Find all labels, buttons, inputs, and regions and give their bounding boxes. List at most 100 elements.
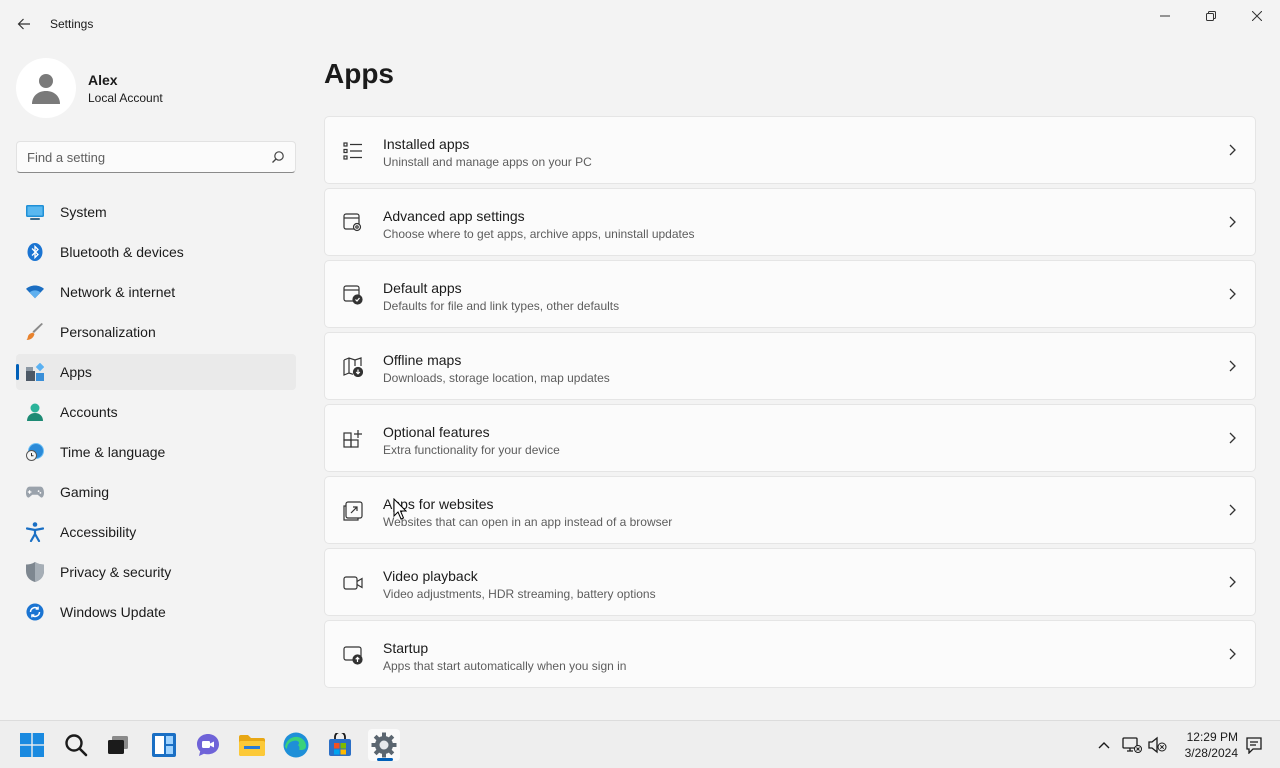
sidebar-item-label: Accessibility: [60, 524, 137, 540]
accounts-icon: [26, 403, 44, 421]
search-icon[interactable]: [271, 150, 285, 164]
sidebar-item-label: Accounts: [60, 404, 118, 420]
sidebar-item-gaming[interactable]: Gaming: [16, 474, 296, 510]
open-external-icon: [343, 501, 363, 521]
minimize-icon: [1160, 15, 1170, 17]
mouse-cursor-icon: [393, 498, 407, 520]
sidebar-item-label: Windows Update: [60, 604, 166, 620]
chevron-right-icon: [1229, 288, 1236, 300]
shield-icon: [26, 562, 44, 582]
card-title: Advanced app settings: [383, 208, 525, 224]
card-title: Startup: [383, 640, 429, 656]
card-apps-for-websites[interactable]: Apps for websites Websites that can open…: [324, 476, 1256, 544]
card-title: Offline maps: [383, 352, 462, 368]
brush-icon: [26, 323, 44, 341]
map-download-icon: [343, 357, 363, 377]
card-description: Uninstall and manage apps on your PC: [383, 155, 592, 169]
system-icon: [26, 203, 44, 221]
card-description: Extra functionality for your device: [383, 443, 560, 457]
card-installed-apps[interactable]: Installed apps Uninstall and manage apps…: [324, 116, 1256, 184]
wifi-icon: [26, 283, 44, 301]
update-icon: [26, 603, 44, 621]
sidebar-item-windows-update[interactable]: Windows Update: [16, 594, 296, 630]
card-advanced-app-settings[interactable]: Advanced app settings Choose where to ge…: [324, 188, 1256, 256]
chevron-right-icon: [1229, 432, 1236, 444]
sidebar-item-label: Bluetooth & devices: [60, 244, 184, 260]
close-icon: [1252, 11, 1262, 21]
task-view-icon[interactable]: [102, 729, 134, 761]
card-description: Choose where to get apps, archive apps, …: [383, 227, 695, 241]
close-button[interactable]: [1234, 0, 1280, 32]
sidebar-item-privacy[interactable]: Privacy & security: [16, 554, 296, 590]
sidebar-item-label: Network & internet: [60, 284, 176, 300]
card-title: Installed apps: [383, 136, 470, 152]
search-input[interactable]: [27, 148, 257, 166]
start-icon[interactable]: [16, 729, 48, 761]
sidebar-item-network[interactable]: Network & internet: [16, 274, 296, 310]
notification-icon[interactable]: [1244, 735, 1264, 755]
sidebar-item-time-language[interactable]: Time & language: [16, 434, 296, 470]
default-apps-icon: [343, 285, 363, 305]
settings-card-list: Installed apps Uninstall and manage apps…: [324, 116, 1256, 692]
settings-icon[interactable]: [368, 729, 400, 761]
bluetooth-icon: [26, 243, 44, 261]
active-app-indicator: [377, 758, 393, 761]
startup-icon: [343, 645, 363, 665]
network-status-icon[interactable]: [1122, 735, 1142, 755]
chat-icon[interactable]: [192, 729, 224, 761]
store-icon[interactable]: [324, 729, 356, 761]
edge-icon[interactable]: [280, 729, 312, 761]
volume-muted-icon[interactable]: [1148, 735, 1168, 755]
chevron-right-icon: [1229, 648, 1236, 660]
list-icon: [343, 141, 363, 161]
restore-icon: [1206, 11, 1216, 21]
minimize-button[interactable]: [1142, 0, 1188, 32]
app-settings-icon: [343, 213, 363, 233]
back-arrow-icon: [17, 18, 30, 30]
avatar: [16, 58, 76, 118]
card-title: Video playback: [383, 568, 478, 584]
card-default-apps[interactable]: Default apps Defaults for file and link …: [324, 260, 1256, 328]
sidebar-item-bluetooth[interactable]: Bluetooth & devices: [16, 234, 296, 270]
page-title: Apps: [324, 58, 394, 89]
user-name: Alex: [88, 72, 118, 88]
title-bar: Settings: [0, 0, 1280, 48]
chevron-right-icon: [1229, 576, 1236, 588]
gamepad-icon: [26, 483, 44, 501]
window-title: Settings: [50, 17, 94, 31]
sidebar-item-label: Time & language: [60, 444, 166, 460]
card-description: Video adjustments, HDR streaming, batter…: [383, 587, 656, 601]
grid-plus-icon: [343, 429, 363, 449]
sidebar-item-accessibility[interactable]: Accessibility: [16, 514, 296, 550]
card-description: Defaults for file and link types, other …: [383, 299, 620, 313]
sidebar-item-apps[interactable]: Apps: [16, 354, 296, 390]
video-icon: [343, 573, 363, 593]
card-offline-maps[interactable]: Offline maps Downloads, storage location…: [324, 332, 1256, 400]
sidebar-item-label: Apps: [60, 364, 92, 380]
card-startup[interactable]: Startup Apps that start automatically wh…: [324, 620, 1256, 688]
card-optional-features[interactable]: Optional features Extra functionality fo…: [324, 404, 1256, 472]
card-description: Websites that can open in an app instead…: [383, 515, 673, 529]
sidebar-item-label: Privacy & security: [60, 564, 172, 580]
search-box[interactable]: [16, 141, 296, 173]
sidebar-item-label: Gaming: [60, 484, 110, 500]
sidebar-item-personalization[interactable]: Personalization: [16, 314, 296, 350]
taskbar-clock[interactable]: 12:29 PM 3/28/2024: [1176, 729, 1238, 761]
back-button[interactable]: [10, 10, 38, 38]
user-profile[interactable]: Alex Local Account: [16, 58, 286, 120]
card-title: Optional features: [383, 424, 490, 440]
accessibility-icon: [26, 522, 44, 542]
chevron-up-icon[interactable]: [1094, 735, 1114, 755]
clock-time: 12:29 PM: [1186, 730, 1238, 744]
account-type: Local Account: [88, 91, 163, 105]
user-avatar-icon: [32, 74, 60, 104]
restore-button[interactable]: [1188, 0, 1234, 32]
sidebar-item-accounts[interactable]: Accounts: [16, 394, 296, 430]
chevron-right-icon: [1229, 144, 1236, 156]
card-video-playback[interactable]: Video playback Video adjustments, HDR st…: [324, 548, 1256, 616]
widgets-icon[interactable]: [148, 729, 180, 761]
taskbar: 12:29 PM 3/28/2024: [0, 720, 1280, 768]
search-icon[interactable]: [60, 729, 92, 761]
sidebar-item-system[interactable]: System: [16, 194, 296, 230]
file-explorer-icon[interactable]: [236, 729, 268, 761]
